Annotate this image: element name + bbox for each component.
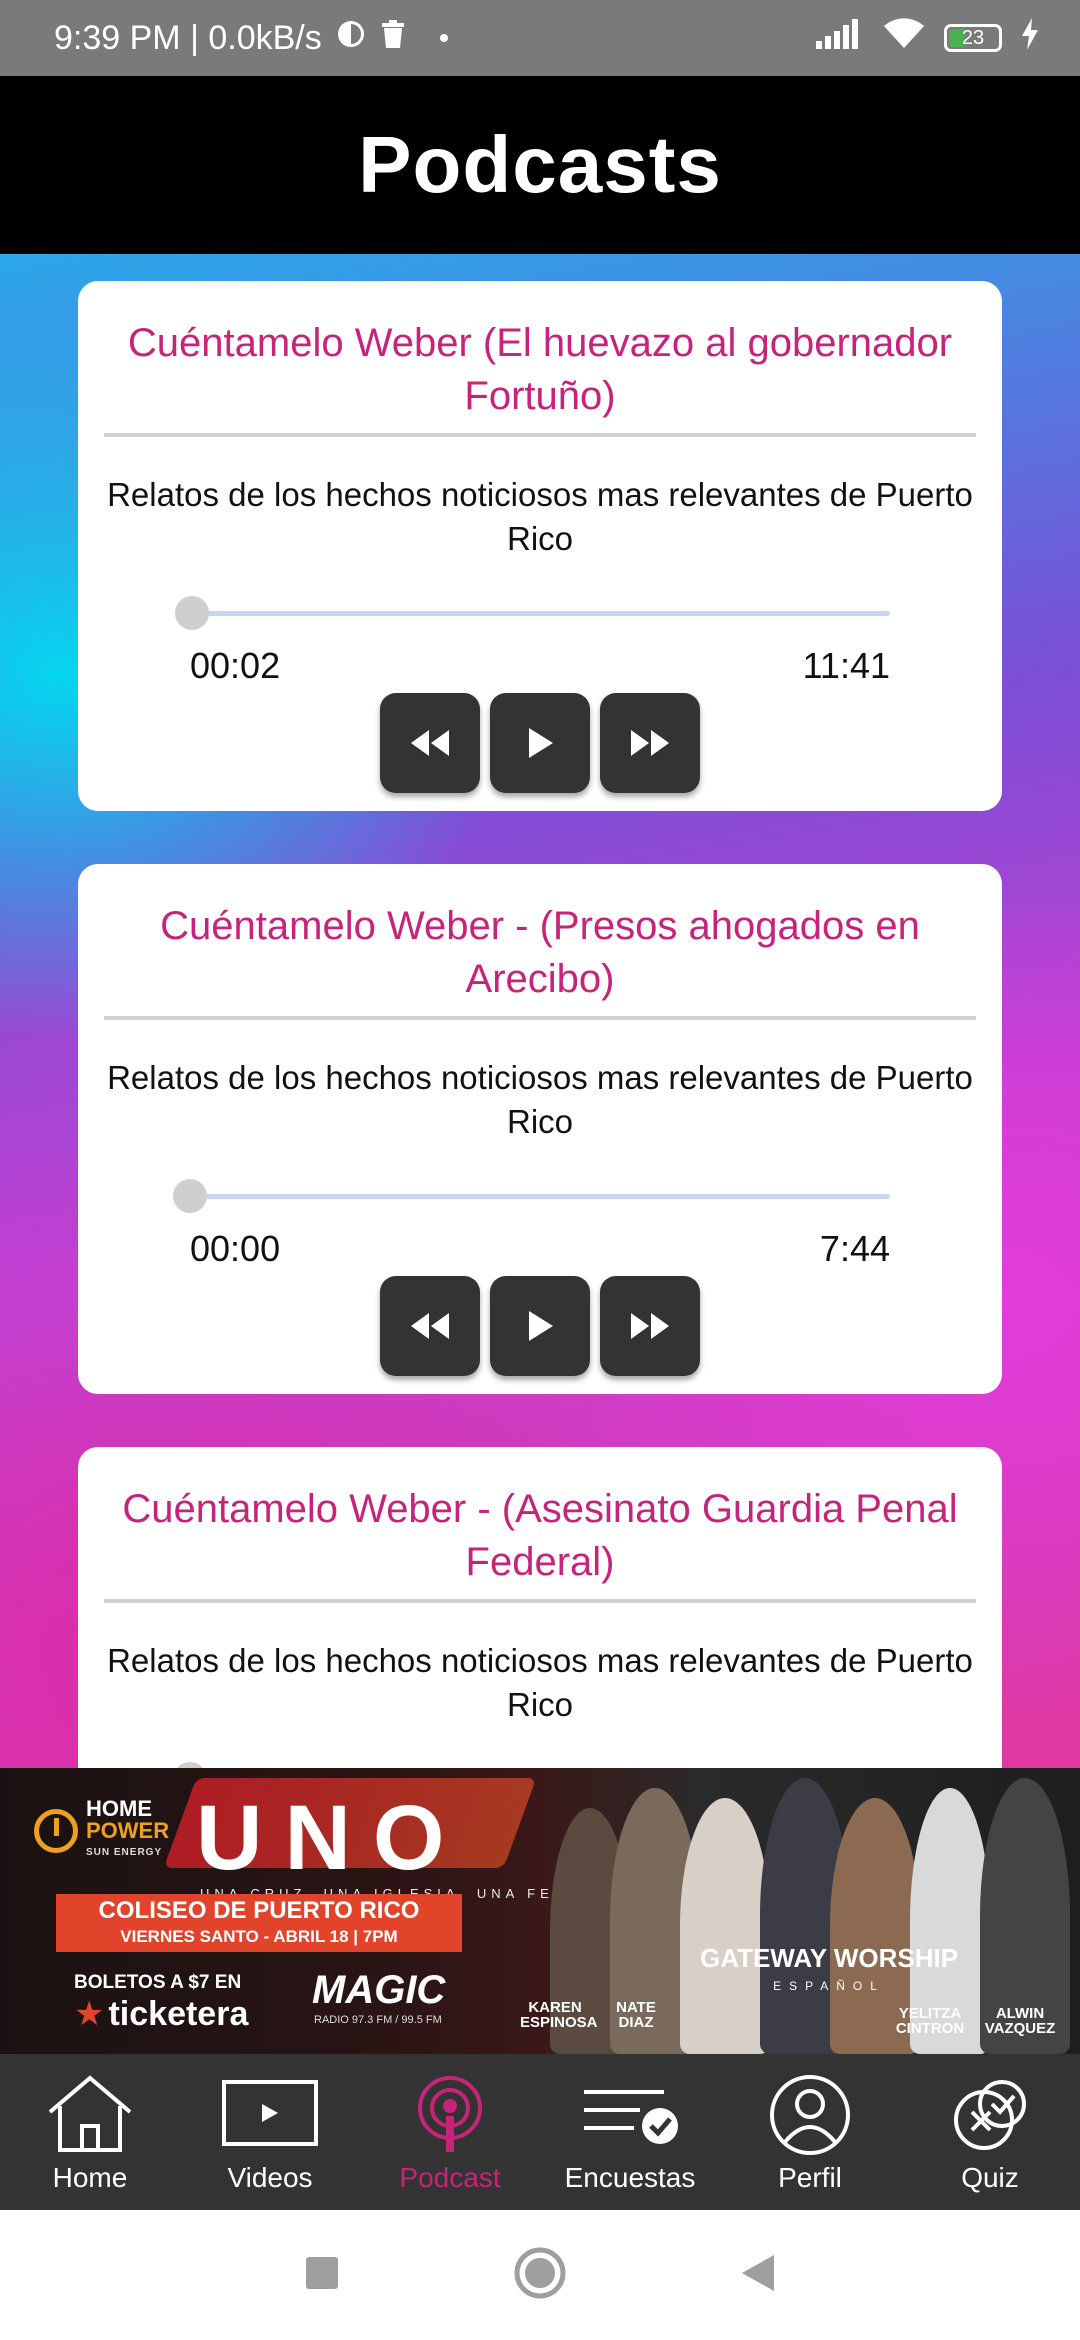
status-bar: 9:39 PM | 0.0kB/s 23: [0, 0, 1080, 76]
play-icon: [529, 728, 553, 758]
battery-level: 23: [961, 26, 985, 49]
survey-icon: [584, 2090, 678, 2144]
podcast-description: Relatos de los hechos noticiosos mas rel…: [107, 476, 973, 557]
ad-artist-name: KAREN ESPINOSA: [520, 1999, 598, 2031]
ad-artist-name: ALWIN VAZQUEZ: [984, 2005, 1056, 2037]
rewind-button[interactable]: [380, 1276, 480, 1376]
fast-forward-button[interactable]: [600, 693, 700, 793]
duration: 7:44: [819, 1228, 890, 1269]
play-button[interactable]: [490, 693, 590, 793]
bottom-nav: Home Videos Podcast Encuestas Perfil Qui…: [0, 2054, 1080, 2210]
ad-band-sub: ESPAÑOL: [773, 1979, 885, 1993]
rewind-icon: [411, 1313, 449, 1339]
ad-headline: UNO: [196, 1787, 467, 1889]
square-icon: [306, 2256, 338, 2289]
play-button[interactable]: [490, 1276, 590, 1376]
nav-label: Home: [52, 2162, 128, 2193]
nav-label: Podcast: [399, 2162, 501, 2193]
nav-item-encuestas[interactable]: Encuestas: [540, 2054, 720, 2194]
fast-forward-icon: [631, 1313, 669, 1339]
video-icon: [222, 2080, 318, 2146]
fast-forward-icon: [631, 730, 669, 756]
nav-label: Perfil: [778, 2162, 842, 2193]
nav-label: Encuestas: [564, 2162, 696, 2193]
podcast-description: Relatos de los hechos noticiosos mas rel…: [107, 1642, 973, 1723]
podcast-title: Cuéntamelo Weber - (Presos ahogados en A…: [104, 900, 976, 1020]
rewind-button[interactable]: [380, 693, 480, 793]
seek-thumb[interactable]: [173, 1179, 207, 1213]
seek-slider[interactable]: [175, 596, 890, 630]
wifi-icon: [882, 17, 926, 59]
sponsor-logo: HOME POWER SUN ENERGY: [34, 1798, 169, 1864]
home-icon: [48, 2075, 132, 2152]
ad-band: GATEWAY WORSHIP ESPAÑOL: [700, 1944, 958, 2000]
ad-tickets: BOLETOS A $7 EN: [74, 1972, 242, 1993]
ad-banner[interactable]: HOME POWER SUN ENERGY UNO UNA CRUZ. UNA …: [0, 1768, 1080, 2054]
ad-radio-sub: RADIO 97.3 FM / 99.5 FM: [314, 2014, 442, 2026]
status-time: 9:39 PM | 0.0kB/s: [54, 18, 322, 57]
data-saver-icon: [336, 19, 366, 58]
ad-artist-name: NATE DIAZ: [616, 1999, 656, 2031]
nav-label: Videos: [227, 2162, 313, 2193]
ad-venue-box: COLISEO DE PUERTO RICO VIERNES SANTO - A…: [56, 1894, 462, 1952]
podcast-card: Cuéntamelo Weber (El huevazo al gobernad…: [78, 281, 1002, 811]
sponsor-line2: POWER: [86, 1818, 170, 1843]
sponsor-line3: SUN ENERGY: [86, 1847, 163, 1858]
podcast-icon: [418, 2076, 482, 2152]
system-nav-bar: [0, 2210, 1080, 2340]
podcast-description: Relatos de los hechos noticiosos mas rel…: [107, 1059, 973, 1140]
profile-icon: [770, 2075, 850, 2155]
ad-radio: MAGIC: [312, 1968, 446, 2012]
circle-icon: [514, 2247, 566, 2298]
podcast-title: Cuéntamelo Weber (El huevazo al gobernad…: [104, 317, 976, 437]
rewind-icon: [411, 730, 449, 756]
recents-button[interactable]: [302, 2253, 342, 2298]
ad-venue: COLISEO DE PUERTO RICO: [98, 1897, 420, 1924]
podcast-title: Cuéntamelo Weber - (Asesinato Guardia Pe…: [104, 1483, 976, 1603]
charging-icon: [1020, 17, 1040, 59]
seek-slider[interactable]: [173, 1179, 890, 1213]
app-header: Podcasts: [0, 76, 1080, 254]
home-system-button[interactable]: [512, 2245, 568, 2306]
nav-item-videos[interactable]: Videos: [180, 2054, 360, 2194]
back-triangle-icon: [742, 2254, 774, 2291]
nav-label: Quiz: [961, 2162, 1019, 2193]
fast-forward-button[interactable]: [600, 1276, 700, 1376]
play-icon: [529, 1311, 553, 1341]
current-time: 00:00: [190, 1228, 281, 1269]
seek-thumb[interactable]: [175, 596, 210, 630]
ad-date: VIERNES SANTO - ABRIL 18 | 7PM: [120, 1927, 398, 1946]
trash-icon: [380, 19, 406, 58]
podcast-card: Cuéntamelo Weber - (Presos ahogados en A…: [78, 864, 1002, 1394]
duration: 11:41: [802, 645, 890, 686]
podcast-list[interactable]: Cuéntamelo Weber (El huevazo al gobernad…: [0, 254, 1080, 1768]
star-icon: ★: [74, 1995, 105, 2033]
ad-artist-name: YELITZA CINTRON: [895, 2005, 965, 2037]
notification-dot-icon: [439, 34, 448, 42]
quiz-icon: [954, 2080, 1026, 2150]
nav-item-home[interactable]: Home: [0, 2054, 180, 2194]
podcast-card: Cuéntamelo Weber - (Asesinato Guardia Pe…: [78, 1447, 1002, 1768]
nav-item-podcast[interactable]: Podcast: [360, 2054, 540, 2194]
battery-icon: 23: [944, 24, 1002, 52]
power-icon: [34, 1809, 78, 1853]
nav-item-perfil[interactable]: Perfil: [720, 2054, 900, 2194]
back-button[interactable]: [738, 2251, 778, 2300]
ad-ticketer: ★ ticketera: [74, 1995, 249, 2033]
signal-icon: [816, 18, 864, 58]
page-title: Podcasts: [358, 120, 722, 209]
current-time: 00:02: [190, 645, 281, 686]
nav-item-quiz[interactable]: Quiz: [900, 2054, 1080, 2194]
